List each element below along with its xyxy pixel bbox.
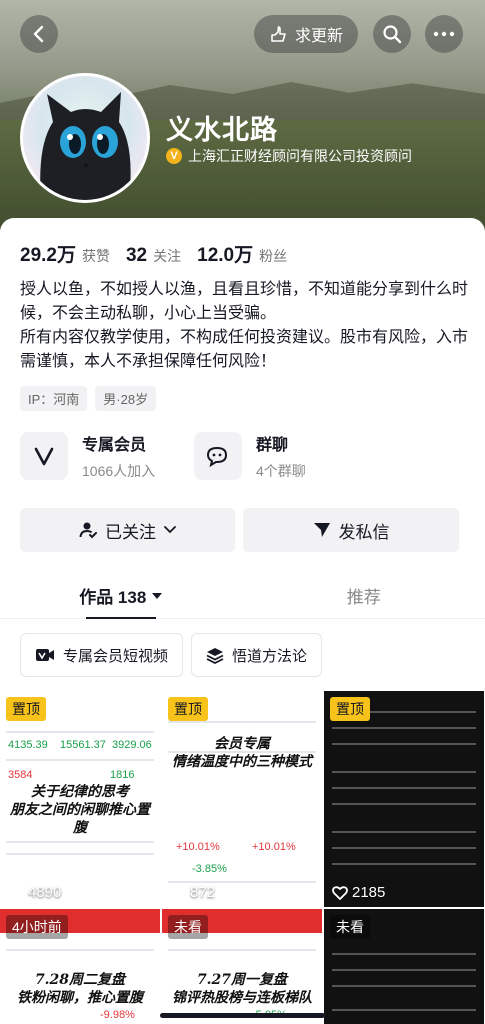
following-count: 32 [125, 245, 148, 266]
group-chat-count: 4个群聊 [256, 463, 306, 479]
profile-sheet: 29.2万 获赞 32 关注 12.0万 粉丝 授人以鱼，不如授人以渔，且看且珍… [0, 218, 485, 1024]
collection-chips: 专属会员短视频 悟道方法论 [20, 633, 323, 677]
video-overlay-subtitle: 朋友之间的闲聊推心置腹 [10, 802, 150, 836]
profile-bio: 授人以鱼，不如授人以渔，且看且珍惜，不知道能分享到什么时候，不会主动私聊，小心上… [20, 278, 470, 374]
more-dots-icon [433, 31, 455, 37]
member-video-chip[interactable]: 专属会员短视频 [20, 633, 184, 677]
video-overlay-title: 7.27周一复盘 [196, 972, 288, 988]
video-overlay-title: 会员专属 [214, 736, 270, 752]
hand-point-icon [271, 26, 286, 42]
video-card[interactable]: 未看 [324, 909, 484, 1024]
content-tabs: 作品 138 推荐 [0, 573, 485, 619]
request-update-label: 求更新 [294, 28, 343, 45]
verification-text: 上海汇正财经顾问有限公司投资顾问 [188, 148, 412, 164]
chevron-left-icon [33, 25, 44, 43]
following-button-label: 已关注 [105, 522, 156, 542]
video-card[interactable]: 置顶 2185 [324, 691, 484, 907]
profile-name: 义水北路 [166, 115, 278, 145]
video-overlay-title: 7.28周二复盘 [34, 972, 126, 988]
send-message-label: 发私信 [338, 522, 390, 542]
video-likes: 2185 [332, 884, 385, 901]
profile-tags: IP：河南 男·28岁 [20, 386, 157, 411]
profile-stats: 29.2万 获赞 32 关注 12.0万 粉丝 [20, 240, 303, 267]
fans-count: 12.0万 [197, 245, 254, 266]
tab-works[interactable]: 作品 138 [0, 573, 243, 619]
send-icon [313, 523, 330, 537]
video-likes: 872 [170, 884, 215, 901]
video-likes-count: 872 [190, 884, 216, 901]
chevron-down-icon [164, 526, 176, 534]
pinned-badge: 置顶 [168, 697, 208, 721]
ip-tag: IP：河南 [20, 386, 88, 411]
video-camera-icon [36, 649, 54, 661]
verification-line: V 上海汇正财经顾问有限公司投资顾问 [166, 146, 412, 166]
heart-icon [332, 885, 348, 900]
more-button[interactable] [425, 15, 463, 53]
caret-down-icon [152, 592, 163, 599]
likes-label: 获赞 [81, 248, 110, 264]
home-indicator [160, 1013, 325, 1018]
bio-line-1: 授人以鱼，不如授人以渔，且看且珍惜，不知道能分享到什么时候，不会主动私聊，小心上… [20, 281, 469, 322]
search-icon [383, 25, 402, 44]
method-chip-label: 悟道方法论 [232, 647, 308, 665]
method-chip[interactable]: 悟道方法论 [191, 633, 323, 677]
search-button[interactable] [373, 15, 411, 53]
bio-line-2: 所有内容仅教学使用，不构成任何投资建议。股市有风险，入市需谨慎，本人不承担保障任… [20, 329, 469, 370]
following-label: 关注 [153, 248, 182, 264]
unwatched-badge: 未看 [168, 915, 208, 939]
tab-recommend-label: 推荐 [346, 588, 381, 607]
following-button[interactable]: 已关注 [20, 508, 235, 552]
member-title: 专属会员 [82, 437, 147, 454]
heart-icon [8, 885, 24, 900]
video-likes-count: 4890 [28, 884, 62, 901]
unwatched-badge: 未看 [330, 915, 370, 939]
layers-icon [206, 648, 224, 664]
send-message-button[interactable]: 发私信 [243, 508, 459, 552]
video-grid: 4135.39 15561.37 3929.06 3584 1816 关于纪律的… [0, 691, 485, 1024]
user-check-icon [79, 522, 97, 539]
video-card[interactable]: +10.01% +10.01% -3.85% 会员专属 情绪温度中的三种模式 置… [162, 691, 322, 907]
group-chat-title: 群聊 [256, 437, 289, 454]
video-likes: 4890 [8, 884, 61, 901]
member-video-chip-label: 专属会员短视频 [63, 647, 169, 665]
avatar[interactable] [20, 73, 150, 203]
cat-avatar-icon [23, 76, 147, 200]
exclusive-member-entry[interactable]: 专属会员 1066人加入 [20, 431, 155, 481]
heart-icon [170, 885, 186, 900]
video-card[interactable]: -9.98% 7.28周二复盘 铁粉闲聊，推心置腹 4小时前 [0, 909, 160, 1024]
group-chat-icon [194, 432, 242, 480]
video-thumbnail: +10.01% +10.01% -3.85% [162, 691, 322, 907]
group-chat-entry[interactable]: 群聊 4个群聊 [194, 431, 306, 481]
video-card[interactable]: -5.05% 7.27周一复盘 锦评热股榜与连板梯队 未看 [162, 909, 322, 1024]
likes-count: 29.2万 [20, 245, 76, 266]
video-likes-count: 2185 [352, 884, 386, 901]
time-badge: 4小时前 [6, 915, 68, 939]
member-count: 1066人加入 [82, 463, 156, 479]
pinned-badge: 置顶 [6, 697, 46, 721]
likes-stat[interactable]: 29.2万 获赞 [20, 240, 110, 267]
pinned-badge: 置顶 [330, 697, 370, 721]
request-update-button[interactable]: 求更新 [254, 15, 358, 53]
fans-label: 粉丝 [259, 248, 288, 264]
following-stat[interactable]: 32 关注 [126, 245, 181, 267]
fans-stat[interactable]: 12.0万 粉丝 [197, 240, 287, 267]
tab-works-label: 作品 138 [79, 588, 147, 607]
video-overlay-subtitle: 铁粉闲聊，推心置腹 [17, 990, 143, 1006]
video-overlay-title: 关于纪律的思考 [31, 784, 129, 800]
video-overlay-subtitle: 情绪温度中的三种模式 [172, 754, 312, 770]
member-v-icon [20, 432, 68, 480]
back-button[interactable] [20, 15, 58, 53]
gender-age-tag: 男·28岁 [95, 386, 157, 411]
video-card[interactable]: 4135.39 15561.37 3929.06 3584 1816 关于纪律的… [0, 691, 160, 907]
verified-badge-icon: V [166, 148, 182, 164]
video-overlay-subtitle: 锦评热股榜与连板梯队 [172, 990, 312, 1006]
tab-recommend[interactable]: 推荐 [243, 573, 485, 618]
